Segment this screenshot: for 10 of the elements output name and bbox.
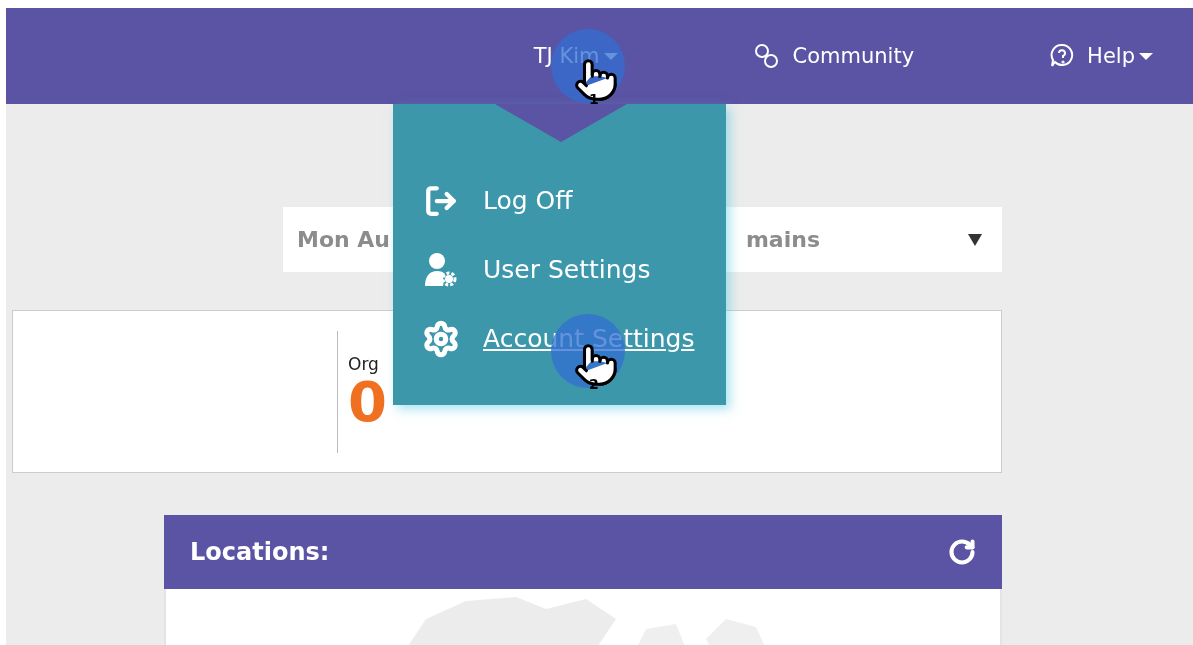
- stat-value: 0: [348, 373, 387, 430]
- menu-item-label: User Settings: [483, 255, 651, 284]
- select-value-end: mains: [745, 227, 820, 252]
- nav-link-label: Community: [792, 44, 915, 68]
- stat-label: Org: [348, 353, 380, 374]
- menu-item-label: Account Settings: [483, 324, 695, 353]
- select-value-start: Mon Au: [297, 227, 391, 252]
- nav-link-label: Help: [1087, 44, 1135, 68]
- panel-title: Locations:: [190, 538, 330, 566]
- menu-item-label: Log Off: [483, 186, 573, 215]
